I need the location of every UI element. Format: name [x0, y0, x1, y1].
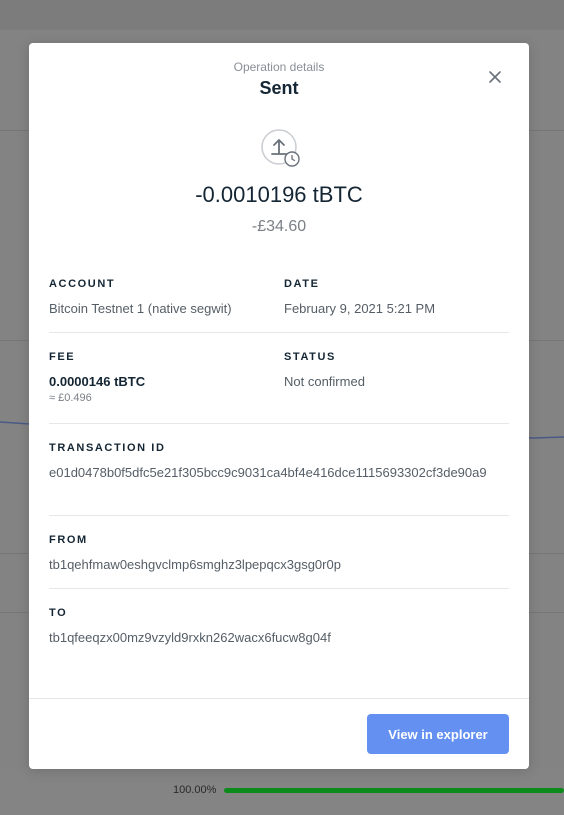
operation-amount: -0.0010196 tBTC [195, 182, 363, 207]
date-value: February 9, 2021 5:21 PM [284, 301, 436, 316]
footer-divider [29, 698, 529, 699]
progress-bar [224, 788, 564, 793]
transaction-id-value[interactable]: e01d0478b0f5dfc5e21f305bcc9c9031ca4bf4e4… [49, 463, 509, 482]
status-value: Not confirmed [284, 374, 365, 389]
transaction-id-field: TRANSACTION ID e01d0478b0f5dfc5e21f305bc… [49, 442, 509, 482]
background-header [0, 0, 564, 30]
to-field: TO tb1qfeeqzx00mz9vzyld9rxkn262wacx6fucw… [49, 607, 509, 647]
from-field: FROM tb1qehfmaw0eshgvclmp6smghz3lpepqcx3… [49, 534, 509, 574]
view-in-explorer-button[interactable]: View in explorer [367, 714, 509, 754]
from-address[interactable]: tb1qehfmaw0eshgvclmp6smghz3lpepqcx3gsg0r… [49, 555, 509, 574]
status-label: STATUS [284, 351, 336, 363]
to-address[interactable]: tb1qfeeqzx00mz9vzyld9rxkn262wacx6fucw8g0… [49, 628, 509, 647]
account-date-row: ACCOUNT Bitcoin Testnet 1 (native segwit… [49, 278, 509, 338]
close-icon [489, 71, 501, 83]
fee-field: FEE 0.0000146 tBTC ≈ £0.496 [49, 351, 145, 404]
divider [49, 588, 509, 589]
modal-title: Sent [259, 78, 299, 98]
divider [49, 423, 509, 424]
divider [49, 332, 509, 333]
progress-fill [224, 788, 564, 793]
to-label: TO [49, 607, 68, 619]
date-field: DATE February 9, 2021 5:21 PM [284, 278, 435, 318]
close-button[interactable] [485, 67, 505, 87]
account-label: ACCOUNT [49, 278, 116, 290]
date-label: DATE [284, 278, 320, 290]
modal-subtitle: Operation details [233, 60, 325, 74]
fee-label: FEE [49, 351, 76, 363]
sent-pending-icon [261, 129, 300, 167]
operation-fiat-amount: -£34.60 [251, 218, 307, 235]
account-field: ACCOUNT Bitcoin Testnet 1 (native segwit… [49, 278, 232, 318]
fee-status-row: FEE 0.0000146 tBTC ≈ £0.496 STATUS Not c… [49, 351, 509, 411]
fee-fiat-value: ≈ £0.496 [49, 392, 92, 404]
operation-details-modal: Operation details Sent -0.0010196 tBTC -… [29, 43, 529, 769]
status-field: STATUS Not confirmed [284, 351, 365, 391]
divider [49, 515, 509, 516]
progress-percent: 100.00% [173, 784, 217, 796]
from-label: FROM [49, 534, 88, 546]
fee-value: 0.0000146 tBTC [49, 374, 146, 389]
account-value[interactable]: Bitcoin Testnet 1 (native segwit) [49, 299, 232, 318]
transaction-id-label: TRANSACTION ID [49, 442, 166, 454]
